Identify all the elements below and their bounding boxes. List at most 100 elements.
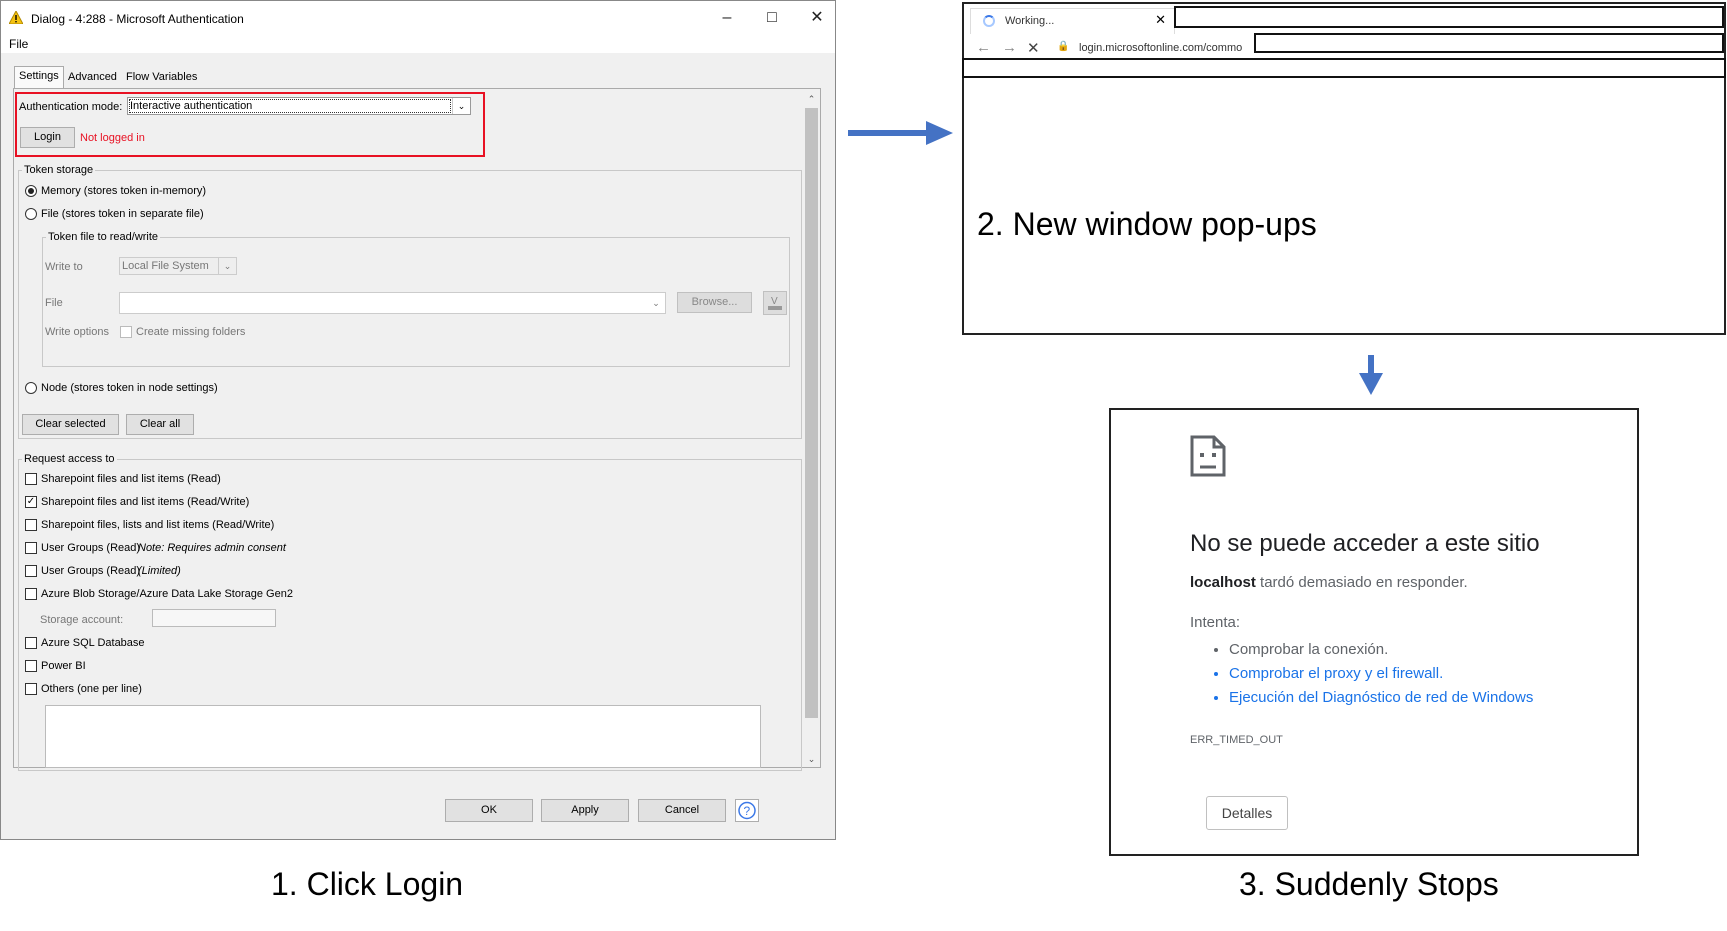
sharepoint-readwrite-checkbox[interactable]: ✓	[25, 496, 37, 508]
browser-tab-title: Working...	[1005, 15, 1055, 27]
scroll-down-icon[interactable]: ⌄	[804, 752, 819, 767]
list-item[interactable]: Comprobar el proxy y el firewall.	[1229, 662, 1533, 686]
power-bi-label: Power BI	[41, 660, 86, 672]
chevron-down-icon: ⌄	[652, 298, 660, 308]
admin-consent-note: Note: Requires admin consent	[138, 542, 286, 554]
apply-button[interactable]: Apply	[541, 799, 629, 822]
lock-icon: 🔒	[1057, 41, 1070, 52]
error-code: ERR_TIMED_OUT	[1190, 734, 1283, 746]
file-field-label: File	[45, 297, 63, 309]
scroll-up-icon[interactable]: ⌃	[804, 92, 819, 107]
menu-bar: File	[1, 35, 835, 53]
others-label: Others (one per line)	[41, 683, 142, 695]
node-radio[interactable]	[25, 382, 37, 394]
file-label: File (stores token in separate file)	[41, 208, 204, 220]
minimize-icon[interactable]: –	[716, 7, 738, 29]
storage-account-input[interactable]	[152, 609, 276, 627]
sharepoint-read-checkbox[interactable]	[25, 473, 37, 485]
create-missing-folders-checkbox[interactable]	[120, 326, 132, 338]
suggestion-list: Comprobar la conexión. Comprobar el prox…	[1229, 638, 1533, 710]
cancel-button[interactable]: Cancel	[638, 799, 726, 822]
user-groups-limited-checkbox[interactable]	[25, 565, 37, 577]
try-label: Intenta:	[1190, 614, 1241, 631]
others-textarea[interactable]	[45, 705, 761, 768]
browse-button[interactable]: Browse...	[677, 292, 752, 313]
redacted-bar	[1174, 6, 1724, 28]
tab-flow-variables[interactable]: Flow Variables	[122, 68, 202, 87]
node-label: Node (stores token in node settings)	[41, 382, 218, 394]
ok-button[interactable]: OK	[445, 799, 533, 822]
svg-text:V: V	[771, 296, 778, 307]
details-button[interactable]: Detalles	[1206, 796, 1288, 830]
write-to-value: Local File System	[122, 260, 209, 272]
chevron-down-icon: ⌄	[218, 258, 236, 274]
user-groups-limited-label: User Groups (Read)	[41, 565, 141, 577]
close-icon[interactable]: ✕	[806, 7, 828, 29]
tab-close-icon[interactable]: ✕	[1155, 12, 1166, 28]
error-message: localhost tardó demasiado en responder.	[1190, 574, 1468, 591]
limited-note: (Limited)	[138, 565, 181, 577]
svg-text:?: ?	[744, 804, 751, 818]
write-options-label: Write options	[45, 326, 109, 338]
sharepoint-readwrite-label: Sharepoint files and list items (Read/Wr…	[41, 496, 250, 508]
step2-caption: 2. New window pop-ups	[977, 206, 1317, 242]
file-path-input[interactable]: ⌄	[119, 292, 666, 314]
file-radio[interactable]	[25, 208, 37, 220]
auth-mode-label: Authentication mode:	[19, 101, 123, 113]
loading-spinner-icon	[983, 15, 995, 27]
flow-variable-icon[interactable]: V	[763, 291, 787, 315]
user-groups-admin-checkbox[interactable]	[25, 542, 37, 554]
error-message-text: tardó demasiado en responder.	[1260, 574, 1468, 591]
redacted-bar	[1254, 33, 1724, 53]
step1-caption: 1. Click Login	[271, 866, 464, 902]
menu-file[interactable]: File	[9, 37, 28, 51]
browser-tab[interactable]: Working... ✕	[970, 8, 1175, 34]
url-text[interactable]: login.microsoftonline.com/commo	[1079, 42, 1242, 54]
sharepoint-lists-label: Sharepoint files, lists and list items (…	[41, 519, 275, 531]
auth-mode-select[interactable]: Interactive authentication ⌄	[127, 97, 471, 115]
window-title: Dialog - 4:288 - Microsoft Authenticatio…	[31, 12, 244, 26]
write-to-select[interactable]: Local File System ⌄	[119, 257, 237, 275]
azure-blob-checkbox[interactable]	[25, 588, 37, 600]
user-groups-admin-label: User Groups (Read)	[41, 542, 141, 554]
list-item: Comprobar la conexión.	[1229, 638, 1533, 662]
write-to-label: Write to	[45, 261, 83, 273]
list-item[interactable]: Ejecución del Diagnóstico de red de Wind…	[1229, 686, 1533, 710]
maximize-icon[interactable]: □	[761, 7, 783, 29]
chevron-down-icon: ⌄	[452, 98, 470, 114]
sharepoint-lists-checkbox[interactable]	[25, 519, 37, 531]
memory-radio[interactable]	[25, 185, 37, 197]
help-icon: ?	[738, 801, 756, 820]
storage-account-label: Storage account:	[40, 614, 124, 626]
auth-mode-value: Interactive authentication	[129, 99, 451, 113]
azure-sql-checkbox[interactable]	[25, 637, 37, 649]
error-host: localhost	[1190, 574, 1256, 591]
create-missing-folders-label: Create missing folders	[136, 326, 246, 338]
title-bar: Dialog - 4:288 - Microsoft Authenticatio…	[1, 1, 835, 35]
stop-loading-icon[interactable]: ✕	[1027, 39, 1040, 57]
login-status: Not logged in	[80, 132, 145, 144]
memory-label: Memory (stores token in-memory)	[41, 185, 207, 197]
tab-settings[interactable]: Settings	[14, 66, 64, 88]
tab-advanced[interactable]: Advanced	[64, 68, 121, 87]
sharepoint-read-label: Sharepoint files and list items (Read)	[41, 473, 221, 485]
power-bi-checkbox[interactable]	[25, 660, 37, 672]
azure-sql-label: Azure SQL Database	[41, 637, 145, 649]
clear-all-button[interactable]: Clear all	[126, 414, 194, 435]
sad-document-icon	[1190, 435, 1226, 477]
request-access-title: Request access to	[22, 453, 117, 465]
scroll-thumb[interactable]	[805, 108, 818, 718]
login-button[interactable]: Login	[20, 127, 75, 148]
error-page: No se puede acceder a este sitio localho…	[1109, 408, 1639, 856]
arrow-right-icon	[848, 121, 953, 145]
token-file-title: Token file to read/write	[46, 231, 161, 243]
step3-caption: 3. Suddenly Stops	[1239, 866, 1499, 902]
back-arrow-icon[interactable]: ←	[976, 39, 991, 56]
others-checkbox[interactable]	[25, 683, 37, 695]
help-button[interactable]: ?	[735, 799, 759, 822]
forward-arrow-icon[interactable]: →	[1002, 39, 1017, 56]
clear-selected-button[interactable]: Clear selected	[22, 414, 119, 435]
redacted-bar	[962, 58, 1726, 78]
panel-scrollbar[interactable]: ⌃ ⌄	[804, 92, 819, 767]
token-storage-title: Token storage	[22, 164, 96, 176]
